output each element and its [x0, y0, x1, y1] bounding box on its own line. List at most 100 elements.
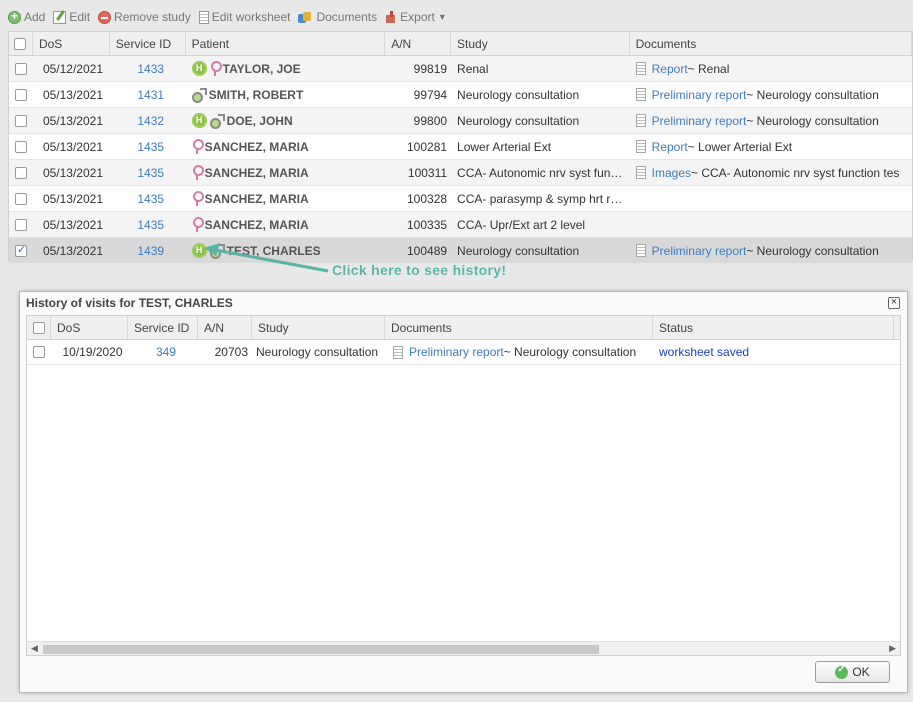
study-cell: Lower Arterial Ext — [457, 139, 552, 154]
edit-button[interactable]: Edit — [53, 10, 90, 24]
document-link[interactable]: Report — [652, 62, 688, 76]
history-icon[interactable]: H — [191, 61, 207, 76]
dos-cell: 05/13/2021 — [42, 191, 103, 206]
patient-cell: SMITH, ROBERT — [186, 82, 386, 107]
row-checkbox[interactable] — [14, 243, 27, 257]
dos-cell: 05/12/2021 — [42, 61, 103, 76]
add-icon — [8, 9, 21, 24]
table-row-selected[interactable]: 05/13/2021 1439 HTEST, CHARLES 100489 Ne… — [9, 238, 912, 264]
col-documents[interactable]: Documents — [385, 316, 653, 339]
an-cell: 20703 — [214, 345, 248, 359]
document-icon — [635, 114, 646, 127]
history-icon[interactable]: H — [191, 113, 207, 128]
toolbar: Add Edit Remove study Edit worksheet Doc… — [8, 4, 447, 30]
row-checkbox[interactable] — [14, 114, 27, 127]
col-an[interactable]: A/N — [198, 316, 252, 339]
study-cell: Neurology consultation — [256, 345, 379, 359]
documents-cell: Images ~ CCA- Autonomic nrv syst functio… — [630, 160, 912, 185]
remove-icon — [98, 10, 112, 24]
col-service-id[interactable]: Service ID — [110, 32, 186, 55]
an-cell: 100311 — [407, 165, 448, 180]
document-link[interactable]: Preliminary report — [652, 114, 747, 128]
remove-study-button[interactable]: Remove study — [98, 10, 191, 24]
document-icon — [635, 166, 646, 179]
scroll-right-icon[interactable]: ▶ — [889, 643, 896, 654]
document-link[interactable]: Images — [652, 166, 691, 180]
patient-cell: SANCHEZ, MARIA — [186, 134, 386, 159]
service-id-link[interactable]: 1435 — [110, 134, 186, 159]
service-id-link[interactable]: 1432 — [110, 108, 186, 133]
col-study[interactable]: Study — [451, 32, 630, 55]
documents-cell: Report ~ Lower Arterial Ext — [630, 134, 912, 159]
documents-icon — [298, 11, 313, 24]
an-cell: 99800 — [413, 113, 448, 128]
service-id-link[interactable]: 1435 — [110, 160, 186, 185]
col-status[interactable]: Status — [653, 316, 894, 339]
table-row[interactable]: 05/13/2021 1431 SMITH, ROBERT 99794 Neur… — [9, 82, 912, 108]
col-study[interactable]: Study — [252, 316, 385, 339]
document-icon — [635, 62, 646, 75]
document-link[interactable]: Preliminary report — [652, 244, 747, 258]
callout-arrow-icon — [204, 243, 329, 273]
service-id-link[interactable]: 1433 — [110, 56, 186, 81]
document-link[interactable]: Preliminary report — [409, 345, 504, 359]
document-link[interactable]: Report — [652, 140, 688, 154]
documents-button[interactable]: Documents — [298, 10, 377, 24]
table-row[interactable]: 05/13/2021 1435 SANCHEZ, MARIA 100281 Lo… — [9, 134, 912, 160]
row-checkbox[interactable] — [33, 346, 45, 358]
documents-cell: Preliminary report ~ Neurology consultat… — [630, 82, 912, 107]
study-cell: Neurology consultation — [457, 87, 580, 102]
service-id-link[interactable]: 1439 — [110, 238, 186, 263]
col-dos[interactable]: DoS — [51, 316, 128, 339]
an-cell: 99819 — [413, 61, 448, 76]
scroll-left-icon[interactable]: ◀ — [31, 643, 38, 654]
col-dos[interactable]: DoS — [33, 32, 110, 55]
documents-cell: Preliminary report ~ Neurology consultat… — [630, 238, 912, 263]
col-documents[interactable]: Documents — [630, 32, 912, 55]
history-dialog: History of visits for TEST, CHARLES × Do… — [19, 291, 908, 693]
add-button[interactable]: Add — [8, 9, 45, 24]
row-checkbox[interactable] — [14, 88, 27, 101]
row-checkbox[interactable] — [14, 218, 27, 231]
horizontal-scrollbar[interactable]: ◀ ▶ — [27, 641, 900, 655]
patient-cell: SANCHEZ, MARIA — [186, 212, 386, 237]
col-service-id[interactable]: Service ID — [128, 316, 198, 339]
an-cell: 100489 — [407, 243, 448, 258]
edit-worksheet-button[interactable]: Edit worksheet — [198, 10, 290, 24]
studies-grid: DoS Service ID Patient A/N Study Documen… — [8, 31, 913, 264]
row-checkbox[interactable] — [14, 166, 27, 179]
export-button[interactable]: Export ▼ — [385, 10, 447, 24]
select-all-checkbox[interactable] — [14, 37, 27, 50]
row-checkbox[interactable] — [14, 192, 27, 205]
dos-cell: 05/13/2021 — [42, 243, 103, 258]
row-checkbox[interactable] — [14, 62, 27, 75]
an-cell: 100335 — [407, 217, 448, 232]
select-all-cell — [9, 32, 33, 55]
document-link[interactable]: Preliminary report — [652, 88, 747, 102]
dos-cell: 05/13/2021 — [42, 113, 103, 128]
select-all-checkbox[interactable] — [32, 321, 45, 334]
an-cell: 99794 — [413, 87, 448, 102]
table-row[interactable]: 05/13/2021 1435 SANCHEZ, MARIA 100335 CC… — [9, 212, 912, 238]
service-id-link[interactable]: 349 — [128, 340, 198, 364]
table-row[interactable]: 10/19/2020 349 20703 Neurology consultat… — [27, 340, 900, 365]
service-id-link[interactable]: 1431 — [110, 82, 186, 107]
row-checkbox[interactable] — [14, 140, 27, 153]
female-icon — [210, 61, 222, 76]
close-icon[interactable]: × — [888, 297, 900, 309]
scrollbar-thumb[interactable] — [43, 645, 599, 654]
ok-button[interactable]: OK — [815, 661, 890, 683]
table-row[interactable]: 05/13/2021 1432 H DOE, JOHN 99800 Neurolo… — [9, 108, 912, 134]
patient-cell: SANCHEZ, MARIA — [186, 160, 386, 185]
table-row[interactable]: 05/13/2021 1435 SANCHEZ, MARIA 100328 CC… — [9, 186, 912, 212]
col-an[interactable]: A/N — [385, 32, 452, 55]
table-row[interactable]: 05/13/2021 1435 SANCHEZ, MARIA 100311 CC… — [9, 160, 912, 186]
documents-cell: Report ~ Renal — [630, 56, 912, 81]
male-icon — [209, 113, 225, 129]
table-row[interactable]: 05/12/2021 1433 H TAYLOR, JOE 99819 Renal… — [9, 56, 912, 82]
dos-cell: 05/13/2021 — [42, 139, 103, 154]
col-patient[interactable]: Patient — [186, 32, 386, 55]
male-icon — [191, 87, 207, 103]
service-id-link[interactable]: 1435 — [110, 186, 186, 211]
service-id-link[interactable]: 1435 — [110, 212, 186, 237]
